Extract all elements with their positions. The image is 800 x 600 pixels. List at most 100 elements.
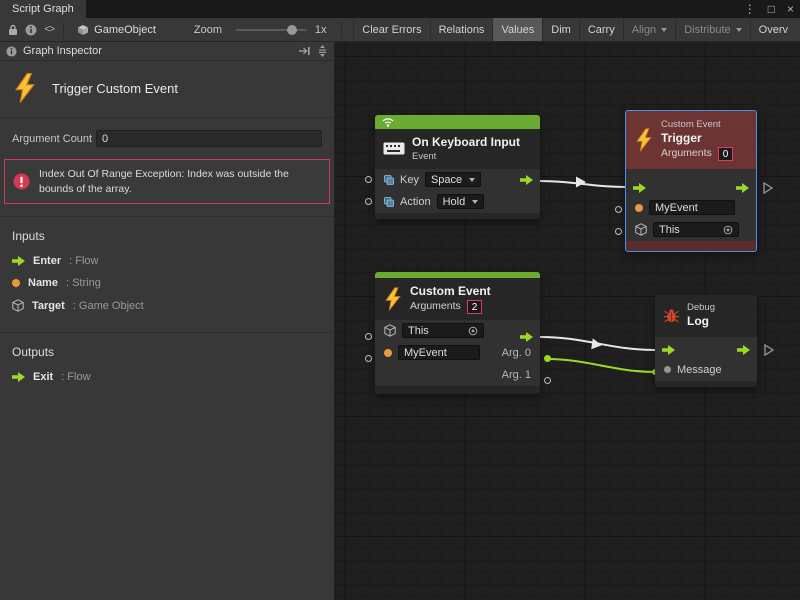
graph-toolbar: <> GameObject Zoom 1x Clear Errors Relat… xyxy=(0,18,800,42)
message-label: Message xyxy=(677,364,722,376)
action-input-port[interactable] xyxy=(365,198,372,205)
event-name-value: MyEvent xyxy=(655,202,698,214)
error-message-text: Index Out Of Range Exception: Index was … xyxy=(39,167,321,196)
run-indicator-icon xyxy=(763,182,773,194)
key-dropdown[interactable]: Space xyxy=(425,172,481,187)
restore-icon[interactable]: □ xyxy=(768,2,775,16)
lock-icon[interactable] xyxy=(4,19,22,41)
node-subtitle: Event xyxy=(412,151,520,163)
gameobject-selector[interactable]: GameObject xyxy=(69,24,164,36)
key-input-port[interactable] xyxy=(365,176,372,183)
scroll-arrows-icon[interactable] xyxy=(317,45,328,57)
toolbar-separator xyxy=(341,22,342,38)
argument-count-badge: 0 xyxy=(718,147,734,161)
flow-output-port[interactable] xyxy=(737,345,750,355)
node-category: Custom Event xyxy=(661,119,733,131)
graph-inspector-header: Graph Inspector xyxy=(0,42,334,61)
toolbar-separator xyxy=(63,22,64,38)
list-item: Enter : Flow xyxy=(12,255,322,267)
chevron-down-icon xyxy=(469,178,475,182)
event-name-input-port[interactable] xyxy=(365,355,372,362)
dim-button[interactable]: Dim xyxy=(542,18,579,42)
event-name-input-port[interactable] xyxy=(615,206,622,213)
keycode-icon xyxy=(384,175,394,185)
clear-errors-button[interactable]: Clear Errors xyxy=(353,18,429,42)
zoom-value: 1x xyxy=(315,24,327,36)
target-picker-icon[interactable] xyxy=(723,225,733,235)
arg0-label: Arg. 0 xyxy=(502,347,531,359)
node-footer xyxy=(375,386,540,394)
info-icon[interactable] xyxy=(22,19,40,41)
target-picker-icon[interactable] xyxy=(468,326,478,336)
values-button[interactable]: Values xyxy=(492,18,542,42)
event-name-row: MyEvent Arg. 0 xyxy=(375,342,540,364)
flow-input-port[interactable] xyxy=(662,345,675,355)
broadcast-icon xyxy=(381,116,395,128)
event-name-value: MyEvent xyxy=(404,347,447,359)
arg1-label: Arg. 1 xyxy=(502,369,531,381)
action-value: Hold xyxy=(443,196,466,208)
error-message-box: Index Out Of Range Exception: Index was … xyxy=(4,159,330,204)
zoom-slider[interactable] xyxy=(236,29,307,31)
gameobject-label: GameObject xyxy=(94,24,156,36)
event-name-input[interactable]: MyEvent xyxy=(649,200,735,215)
arg1-output-port[interactable] xyxy=(544,377,551,384)
target-input-port[interactable] xyxy=(365,333,372,340)
node-trigger-custom-event[interactable]: Custom Event Trigger Arguments0 MyEvent … xyxy=(625,110,757,252)
unity-script-graph-window: Script Graph ⋮ □ × <> GameObject Zoom 1x… xyxy=(0,0,800,600)
action-dropdown[interactable]: Hold xyxy=(437,194,485,209)
pin-type: : Flow xyxy=(61,371,90,383)
argument-count-input[interactable]: 0 xyxy=(96,130,322,147)
node-debug-log[interactable]: Debug Log Message xyxy=(655,295,757,387)
node-custom-event[interactable]: Custom Event Arguments2 This MyEvent Arg… xyxy=(375,272,540,394)
pin-name: Target xyxy=(32,300,65,312)
cube-icon xyxy=(384,324,396,337)
target-dropdown[interactable]: This xyxy=(653,222,739,237)
tab-script-graph[interactable]: Script Graph xyxy=(0,0,86,18)
event-name-input[interactable]: MyEvent xyxy=(398,345,480,360)
node-subtitle: Arguments xyxy=(661,147,712,161)
overview-button[interactable]: Overv xyxy=(750,18,796,42)
arg0-output-port[interactable] xyxy=(544,355,551,362)
distribute-button[interactable]: Distribute xyxy=(675,18,749,42)
flow-input-port[interactable] xyxy=(633,183,646,193)
inputs-header: Inputs xyxy=(12,229,322,243)
zoom-slider-handle[interactable] xyxy=(287,25,297,35)
relations-button[interactable]: Relations xyxy=(430,18,493,42)
flow-output-port[interactable] xyxy=(736,183,749,193)
message-port-icon xyxy=(664,366,671,373)
key-value: Space xyxy=(431,174,462,186)
graph-canvas[interactable]: On Keyboard Input Event Key Space Action… xyxy=(335,42,800,600)
list-item: Name : String xyxy=(12,277,322,289)
flow-output-port[interactable] xyxy=(520,175,533,185)
key-label: Key xyxy=(400,174,419,186)
event-name-row: MyEvent xyxy=(626,197,756,219)
page-title: Trigger Custom Event xyxy=(52,81,178,96)
bug-icon xyxy=(663,308,680,323)
target-value: This xyxy=(408,325,429,337)
dock-pin-icon[interactable] xyxy=(299,46,311,56)
flow-output-port[interactable] xyxy=(520,332,533,342)
node-header: Custom Event Arguments2 xyxy=(375,278,540,320)
run-indicator-icon xyxy=(764,344,774,356)
node-footer xyxy=(375,213,540,219)
argument-count-row: Argument Count 0 xyxy=(0,118,334,149)
error-icon xyxy=(13,173,30,190)
gameobject-cube-icon xyxy=(77,24,89,36)
node-title: Custom Event xyxy=(410,284,491,300)
menu-icon[interactable]: ⋮ xyxy=(744,2,756,16)
flow-arrow-icon xyxy=(12,372,25,382)
target-input-port[interactable] xyxy=(615,228,622,235)
key-row: Key Space xyxy=(375,169,540,191)
zoom-label: Zoom xyxy=(194,24,222,36)
align-button[interactable]: Align xyxy=(623,18,675,42)
inputs-section: Inputs Enter : Flow Name : String Target… xyxy=(0,216,334,332)
node-subtitle: Arguments xyxy=(410,300,461,314)
carry-button[interactable]: Carry xyxy=(579,18,623,42)
pin-type: : Flow xyxy=(69,255,98,267)
target-dropdown[interactable]: This xyxy=(402,323,484,338)
code-icon[interactable]: <> xyxy=(40,19,58,41)
node-on-keyboard-input[interactable]: On Keyboard Input Event Key Space Action… xyxy=(375,115,540,219)
close-icon[interactable]: × xyxy=(787,2,794,16)
pin-type: : Game Object xyxy=(73,300,144,312)
